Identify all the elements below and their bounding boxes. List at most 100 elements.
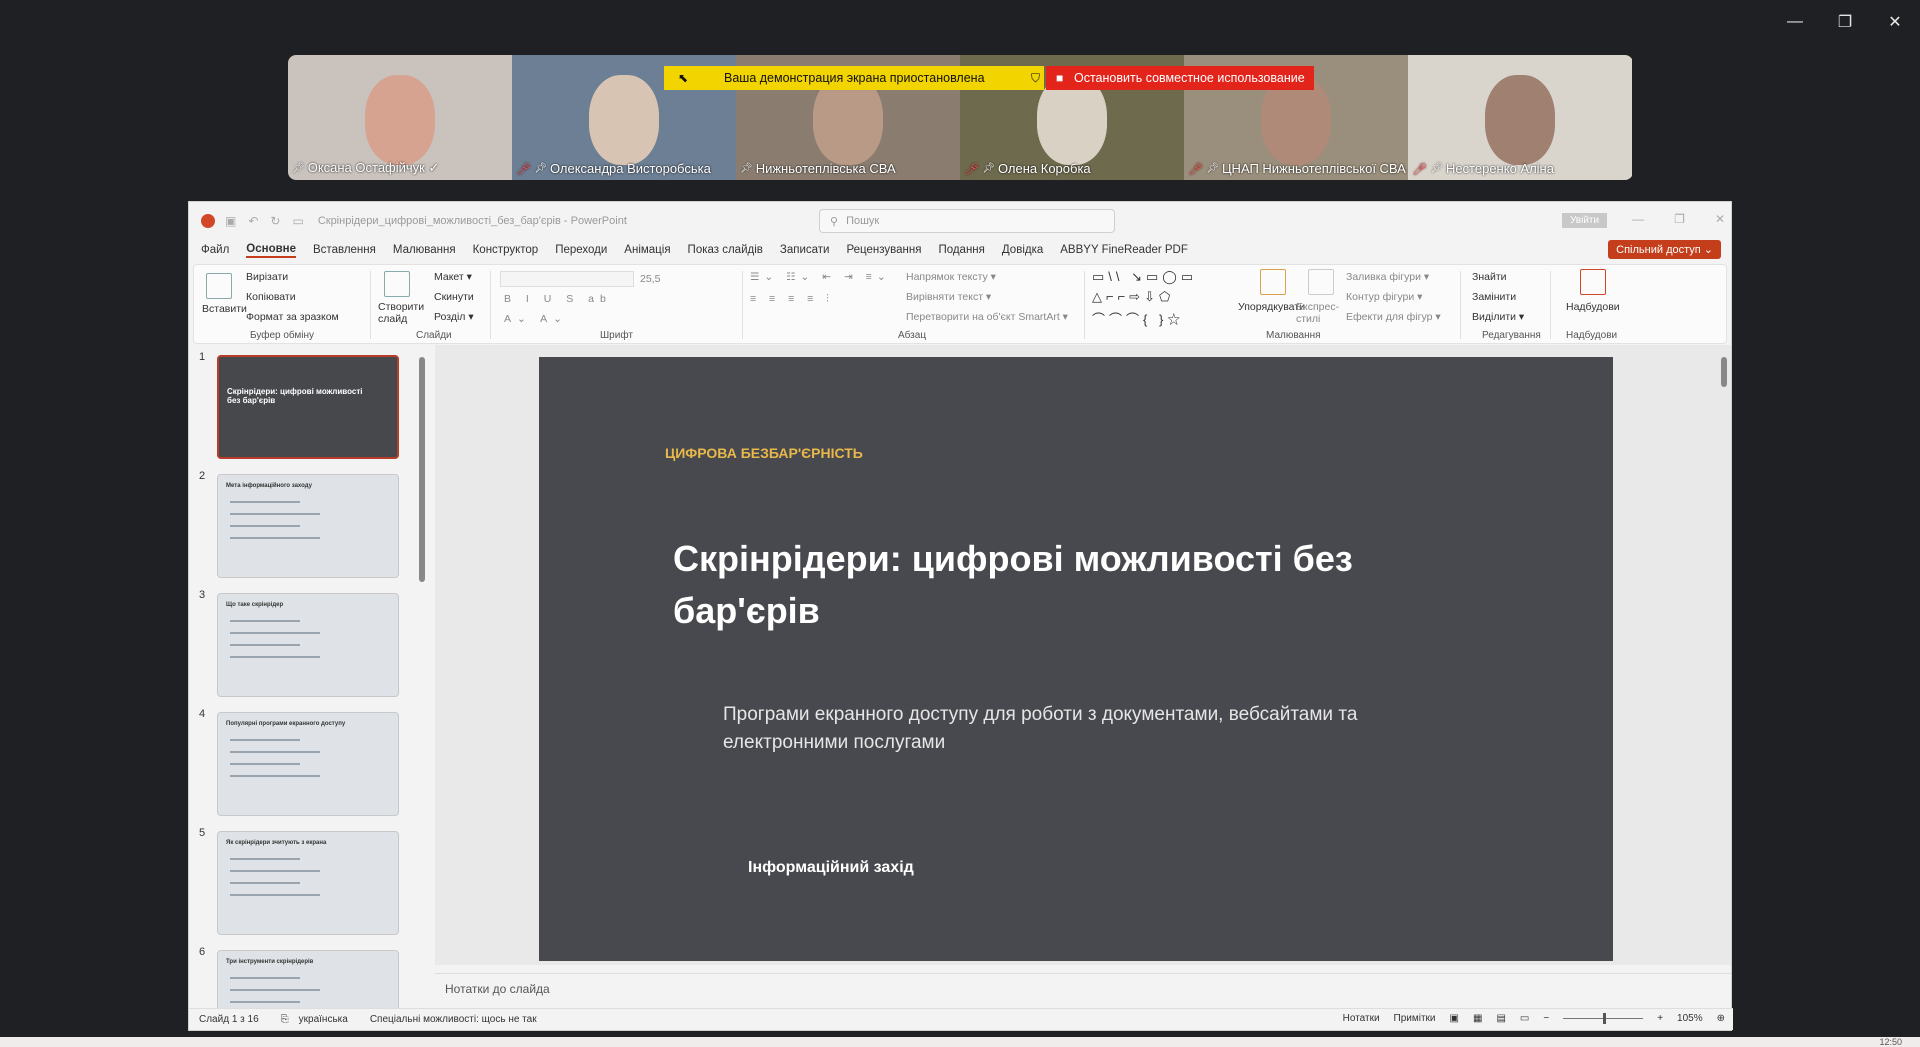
search-input[interactable]: ⚲ Пошук [819,209,1115,233]
font-color-icons[interactable]: A⌄ A⌄ [504,313,568,325]
ribbon-tab[interactable]: Подання [938,244,984,256]
spellcheck-icon[interactable]: ⎘ [281,1014,289,1025]
cut-button[interactable]: Вирізати [246,271,288,283]
ribbon-tab[interactable]: Показ слайдів [688,244,763,256]
layout-button[interactable]: Макет ▾ [434,271,472,283]
font-format-icons[interactable]: B I U S ab [504,293,612,305]
copy-button[interactable]: Копіювати [246,291,296,303]
shapes-gallery-row3[interactable]: ⌒⌒⌒{ }☆ [1092,309,1184,328]
shape-effects-button[interactable]: Ефекти для фігур ▾ [1346,311,1441,323]
zoom-in-button[interactable]: + [1657,1013,1663,1024]
slide-thumbnail[interactable]: Що таке скрінрідер [217,593,399,697]
ribbon-tab[interactable]: Довідка [1002,244,1043,256]
addins-icon[interactable] [1580,269,1606,295]
ppt-close-icon[interactable]: ✕ [1715,212,1725,226]
text-direction-button[interactable]: Напрямок тексту ▾ [906,271,996,283]
new-slide-icon[interactable] [384,271,410,297]
smartart-button[interactable]: Перетворити на об'єкт SmartArt ▾ [906,311,1068,323]
arrange-icon[interactable] [1260,269,1286,295]
ribbon-tab[interactable]: Основне [246,243,297,258]
section-button[interactable]: Розділ ▾ [434,311,474,323]
align-icons[interactable]: ≡ ≡ ≡ ≡ ⫶ [750,293,834,306]
slide-subtitle[interactable]: Програми екранного доступу для роботи з … [723,701,1463,757]
notes-button[interactable]: Нотатки [1343,1013,1380,1024]
shapes-gallery[interactable]: ▭\\ ↘▭◯▭ [1092,269,1197,285]
paused-text: Ваша демонстрация экрана приостановлена [724,71,985,85]
thumbnail-text-line [230,632,320,634]
reset-button[interactable]: Скинути [434,291,474,303]
list-icons[interactable]: ☰⌄ ☷⌄ ⇤ ⇥ ≡⌄ [750,271,891,283]
restore-button[interactable]: ❐ [1820,0,1870,44]
quick-styles-icon[interactable] [1308,269,1334,295]
participant-tile[interactable]: 🎤︎ 📌︎ Нестеренко Аліна [1408,55,1632,180]
ribbon-tab[interactable]: Файл [201,244,229,256]
thumbnail-scrollbar[interactable] [419,347,427,1007]
font-size-select[interactable]: 25,5 [640,273,660,285]
shapes-gallery-row2[interactable]: △⌐⌐⇨⇩⬠ [1092,289,1174,305]
editor-scrollbar[interactable] [1721,349,1729,959]
ribbon-tab[interactable]: ABBYY FineReader PDF [1060,244,1188,256]
stop-sharing-label: Остановить совместное использование [1074,71,1305,85]
stop-sharing-button[interactable]: ■ Остановить совместное использование [1046,66,1314,90]
normal-view-icon[interactable]: ▣ [1450,1013,1459,1024]
new-slide-button[interactable]: Створити слайд [378,301,424,325]
sorter-view-icon[interactable]: ▦ [1473,1013,1482,1024]
ribbon-tab[interactable]: Конструктор [473,244,539,256]
comments-button[interactable]: Примітки [1394,1013,1436,1024]
ribbon-tab[interactable]: Переходи [555,244,607,256]
zoom-slider[interactable] [1563,1013,1644,1024]
slide-thumbnail[interactable]: Популярні програми екранного доступу [217,712,399,816]
thumbnail-text-line [230,989,320,991]
fit-slide-icon[interactable]: ⊕ [1717,1013,1725,1024]
close-button[interactable]: ✕ [1870,0,1920,44]
thumbnail-number: 1 [199,351,206,363]
addins-button[interactable]: Надбудови [1566,301,1620,313]
document-title: Скрінрідери_цифрові_можливості_без_бар'є… [317,215,627,227]
ribbon-tab[interactable]: Малювання [393,244,456,256]
ppt-minimize-icon[interactable]: — [1632,212,1644,226]
shape-outline-button[interactable]: Контур фігури ▾ [1346,291,1422,303]
format-painter-button[interactable]: Формат за зразком [246,311,339,323]
save-icon[interactable]: ▣ [225,214,236,228]
select-button[interactable]: Виділити ▾ [1472,311,1524,323]
signin-button[interactable]: Увійти [1562,213,1608,228]
shape-fill-button[interactable]: Заливка фігури ▾ [1346,271,1429,283]
align-text-button[interactable]: Вирівняти текст ▾ [906,291,991,303]
undo-icon[interactable]: ↶ [248,214,258,228]
replace-button[interactable]: Замінити [1472,291,1516,303]
notes-pane[interactable]: Нотатки до слайда [435,973,1731,1005]
ppt-restore-icon[interactable]: ❐ [1674,212,1685,226]
redo-icon[interactable]: ↻ [270,214,280,228]
paste-button[interactable]: Вставити [202,303,247,315]
zoom-level[interactable]: 105% [1677,1013,1703,1024]
thumbnail-text-line [230,644,300,646]
ribbon-tab[interactable]: Вставлення [313,244,376,256]
minimize-button[interactable]: — [1770,0,1820,44]
reading-view-icon[interactable]: ▤ [1496,1013,1505,1024]
participant-tile[interactable]: 📌︎ Оксана Остафійчук ✓ [288,55,512,180]
quick-styles-button[interactable]: Експрес-стилі [1296,301,1342,325]
ribbon-tab[interactable]: Записати [780,244,830,256]
slide-footer[interactable]: Інформаційний захід [748,859,914,877]
ribbon-tab[interactable]: Рецензування [846,244,921,256]
slide-title[interactable]: Скрінрідери: цифрові можливості без бар'… [673,533,1453,637]
language-indicator[interactable]: українська [299,1014,348,1025]
font-family-select[interactable] [500,271,634,287]
ribbon-tab[interactable]: Анімація [624,244,670,256]
present-icon[interactable]: ▭ [292,214,303,228]
slide-thumbnail[interactable]: Мета інформаційного заходу [217,474,399,578]
paused-banner[interactable]: ⬉ Ваша демонстрация экрана приостановлен… [664,66,1044,90]
current-slide[interactable]: ЦИФРОВА БЕЗБАР'ЄРНІСТЬ Скрінрідери: цифр… [539,357,1613,961]
find-button[interactable]: Знайти [1472,271,1507,283]
paste-icon[interactable] [206,273,232,299]
divider [1460,271,1461,339]
slide-thumbnail[interactable]: Три інструменти скрінрідерів [217,950,399,1010]
slide-thumbnail[interactable]: Скрінрідери: цифрові можливості без бар'… [217,355,399,459]
slide-thumbnail[interactable]: Як скрінрідери зчитують з екрана [217,831,399,935]
slideshow-icon[interactable]: ▭ [1520,1013,1529,1024]
thumbnail-number: 4 [199,708,206,720]
arrange-button[interactable]: Упорядкувати [1238,301,1305,313]
zoom-out-button[interactable]: − [1543,1013,1549,1024]
share-button[interactable]: Спільний доступ ⌄ [1608,240,1721,259]
accessibility-status[interactable]: Спеціальні можливості: щось не так [370,1014,537,1025]
